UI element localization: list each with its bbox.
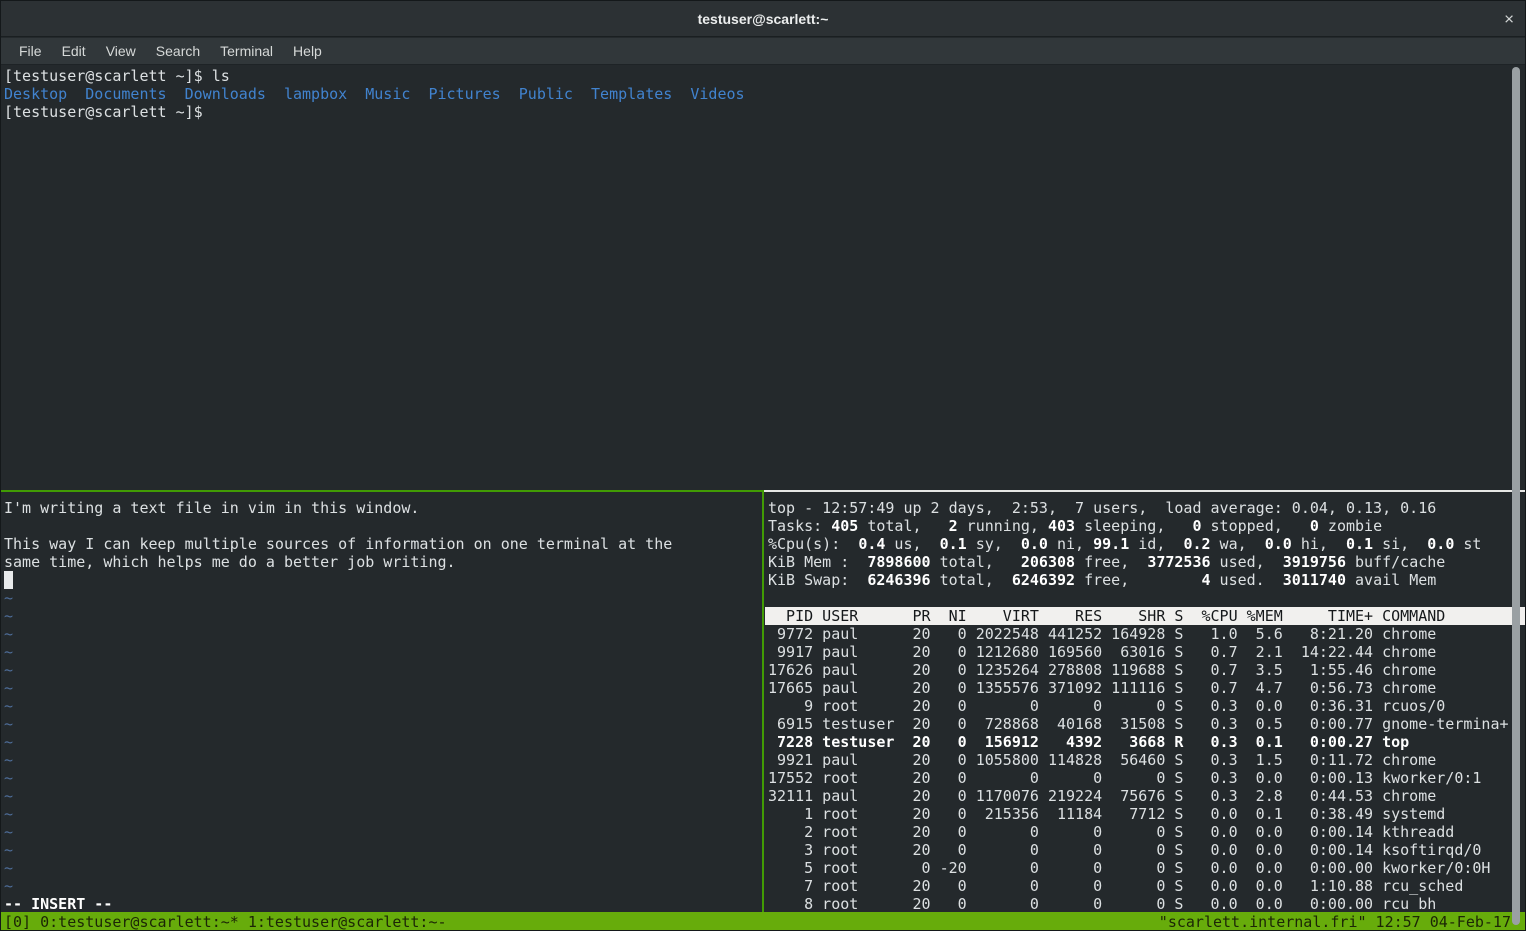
window-titlebar[interactable]: testuser@scarlett:~ × — [1, 1, 1525, 37]
ls-entry-pictures: Pictures — [428, 85, 500, 103]
vim-tilde-line: ~ — [4, 607, 762, 625]
vim-text-line: same time, which helps me do a better jo… — [4, 553, 762, 571]
shell-prompt-line-2: [testuser@scarlett ~]$ — [4, 103, 1526, 121]
vim-cursor-line — [4, 571, 762, 589]
ls-entry-documents: Documents — [85, 85, 166, 103]
vim-tilde-line: ~ — [4, 841, 762, 859]
window-title: testuser@scarlett:~ — [698, 11, 829, 27]
pane-divider-vertical[interactable] — [762, 490, 764, 912]
vim-mode-indicator: -- INSERT -- — [4, 895, 762, 912]
top-table-rows: 9772 paul 20 0 2022548 441252 164928 S 1… — [768, 625, 1526, 912]
terminal-window: testuser@scarlett:~ × FileEditViewSearch… — [0, 0, 1526, 931]
menu-item-view[interactable]: View — [96, 43, 146, 59]
top-blank-line — [768, 589, 1526, 607]
vim-tilde-line: ~ — [4, 679, 762, 697]
ls-entry-desktop: Desktop — [4, 85, 67, 103]
process-row: 1 root 20 0 215356 11184 7712 S 0.0 0.1 … — [768, 805, 1526, 823]
vim-tilde-line: ~ — [4, 661, 762, 679]
menu-item-edit[interactable]: Edit — [52, 43, 96, 59]
vim-tilde-line: ~ — [4, 643, 762, 661]
top-summary: top - 12:57:49 up 2 days, 2:53, 7 users,… — [768, 499, 1526, 589]
process-row: 9 root 20 0 0 0 0 S 0.3 0.0 0:36.31 rcuo… — [768, 697, 1526, 715]
vim-cursor — [4, 571, 13, 589]
process-row: 9772 paul 20 0 2022548 441252 164928 S 1… — [768, 625, 1526, 643]
shell-prompt-line-1: [testuser@scarlett ~]$ ls — [4, 67, 1526, 85]
ls-entry-lampbox: lampbox — [284, 85, 347, 103]
top-summary-line: KiB Swap: 6246396 total, 6246392 free, 4… — [768, 571, 1526, 589]
menu-item-file[interactable]: File — [9, 43, 52, 59]
vim-tilde-line: ~ — [4, 589, 762, 607]
process-row: 32111 paul 20 0 1170076 219224 75676 S 0… — [768, 787, 1526, 805]
vim-tilde-line: ~ — [4, 697, 762, 715]
vim-tilde-line: ~ — [4, 715, 762, 733]
vim-text-line: This way I can keep multiple sources of … — [4, 535, 762, 553]
vim-pane[interactable]: I'm writing a text file in vim in this w… — [1, 492, 762, 912]
vim-tilde-lines: ~~~~~~~~~~~~~~~~~ — [4, 589, 762, 895]
top-summary-line: top - 12:57:49 up 2 days, 2:53, 7 users,… — [768, 499, 1526, 517]
vim-tilde-line: ~ — [4, 787, 762, 805]
ls-entry-videos: Videos — [690, 85, 744, 103]
tmux-status-left: [0] 0:testuser@scarlett:~* 1:testuser@sc… — [4, 912, 447, 931]
ls-entry-music: Music — [365, 85, 410, 103]
vim-tilde-line: ~ — [4, 751, 762, 769]
process-row: 6915 testuser 20 0 728868 40168 31508 S … — [768, 715, 1526, 733]
shell-ls-output: Desktop Documents Downloads lampbox Musi… — [4, 85, 1526, 103]
shell-pane[interactable]: [testuser@scarlett ~]$ ls Desktop Docume… — [1, 65, 1526, 490]
vim-text-line — [4, 517, 762, 535]
menu-item-terminal[interactable]: Terminal — [210, 43, 283, 59]
process-row: 7 root 20 0 0 0 0 S 0.0 0.0 1:10.88 rcu_… — [768, 877, 1526, 895]
vim-tilde-line: ~ — [4, 769, 762, 787]
process-row: 17626 paul 20 0 1235264 278808 119688 S … — [768, 661, 1526, 679]
process-row: 17665 paul 20 0 1355576 371092 111116 S … — [768, 679, 1526, 697]
vim-tilde-line: ~ — [4, 859, 762, 877]
ls-entry-downloads: Downloads — [185, 85, 266, 103]
top-pane[interactable]: top - 12:57:49 up 2 days, 2:53, 7 users,… — [765, 492, 1526, 912]
vim-tilde-line: ~ — [4, 805, 762, 823]
process-row: 3 root 20 0 0 0 0 S 0.0 0.0 0:00.14 ksof… — [768, 841, 1526, 859]
vim-tilde-line: ~ — [4, 823, 762, 841]
ls-entry-public: Public — [519, 85, 573, 103]
process-row: 8 root 20 0 0 0 0 S 0.0 0.0 0:00.00 rcu_… — [768, 895, 1526, 912]
menu-item-search[interactable]: Search — [146, 43, 210, 59]
vim-text-lines: I'm writing a text file in vim in this w… — [4, 499, 762, 571]
top-summary-line: %Cpu(s): 0.4 us, 0.1 sy, 0.0 ni, 99.1 id… — [768, 535, 1526, 553]
process-row: 5 root 0 -20 0 0 0 S 0.0 0.0 0:00.00 kwo… — [768, 859, 1526, 877]
menu-bar: FileEditViewSearchTerminalHelp — [1, 38, 1525, 65]
vim-tilde-line: ~ — [4, 877, 762, 895]
top-summary-line: Tasks: 405 total, 2 running, 403 sleepin… — [768, 517, 1526, 535]
tmux-status-right: "scarlett.internal.fri" 12:57 04-Feb-17 — [1159, 912, 1511, 931]
process-row: 17552 root 20 0 0 0 0 S 0.3 0.0 0:00.13 … — [768, 769, 1526, 787]
vim-text-line: I'm writing a text file in vim in this w… — [4, 499, 762, 517]
process-row: 9917 paul 20 0 1212680 169560 63016 S 0.… — [768, 643, 1526, 661]
process-row: 2 root 20 0 0 0 0 S 0.0 0.0 0:00.14 kthr… — [768, 823, 1526, 841]
vim-tilde-line: ~ — [4, 733, 762, 751]
tmux-status-bar: [0] 0:testuser@scarlett:~* 1:testuser@sc… — [1, 912, 1525, 931]
vim-tilde-line: ~ — [4, 625, 762, 643]
scrollbar-thumb[interactable] — [1512, 67, 1520, 925]
process-row: 7228 testuser 20 0 156912 4392 3668 R 0.… — [768, 733, 1526, 751]
top-summary-line: KiB Mem : 7898600 total, 206308 free, 37… — [768, 553, 1526, 571]
process-row: 9921 paul 20 0 1055800 114828 56460 S 0.… — [768, 751, 1526, 769]
close-icon[interactable]: × — [1504, 10, 1514, 27]
top-table-header: PID USER PR NI VIRT RES SHR S %CPU %MEM … — [765, 607, 1526, 625]
menu-item-help[interactable]: Help — [283, 43, 332, 59]
ls-entry-templates: Templates — [591, 85, 672, 103]
